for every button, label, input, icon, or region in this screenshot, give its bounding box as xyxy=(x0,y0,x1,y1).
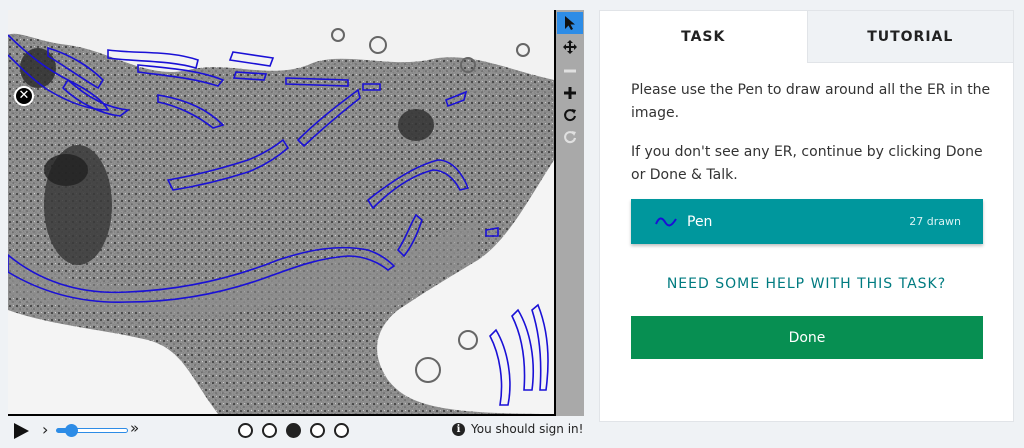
move-tool-button[interactable] xyxy=(557,36,583,58)
frame-dot-4[interactable] xyxy=(310,423,325,438)
image-toolbar xyxy=(556,10,584,416)
instruction-text: Please use the Pen to draw around all th… xyxy=(631,82,991,121)
task-tabs: TASK TUTORIAL xyxy=(600,11,1013,63)
frame-selector xyxy=(238,423,349,438)
select-tool-button[interactable] xyxy=(557,12,583,34)
step-forward-button[interactable]: » xyxy=(130,419,139,437)
zoom-out-button[interactable] xyxy=(557,60,583,82)
speed-slider[interactable] xyxy=(56,424,128,437)
drawn-count: 27 drawn xyxy=(909,215,961,228)
move-arrows-icon xyxy=(563,40,577,54)
minus-icon xyxy=(564,69,576,73)
frame-dot-2[interactable] xyxy=(262,423,277,438)
done-button[interactable]: Done xyxy=(631,316,983,359)
signin-notice: i You should sign in! xyxy=(452,422,583,436)
task-help-link[interactable]: NEED SOME HELP WITH THIS TASK? xyxy=(600,276,1013,292)
cursor-icon xyxy=(565,16,575,30)
step-back-button[interactable]: › xyxy=(42,420,48,439)
frame-dot-1[interactable] xyxy=(238,423,253,438)
tab-tutorial[interactable]: TUTORIAL xyxy=(806,11,1013,63)
task-instructions: Please use the Pen to draw around all th… xyxy=(631,79,991,203)
pen-tool-label: Pen xyxy=(687,213,713,230)
tab-task[interactable]: TASK xyxy=(600,11,807,63)
signin-text: You should sign in! xyxy=(471,422,584,436)
instruction-text-secondary: If you don't see any ER, continue by cli… xyxy=(631,144,983,183)
microscopy-image[interactable]: ✕ xyxy=(8,10,554,414)
app-root: ✕ › » i You should sign in! TASK TUTORIA… xyxy=(0,0,1024,448)
zoom-in-button[interactable] xyxy=(557,82,583,104)
subject-viewer: ✕ xyxy=(8,10,584,416)
rotate-button[interactable] xyxy=(557,104,583,126)
frame-dot-3[interactable] xyxy=(286,423,301,438)
play-icon[interactable] xyxy=(12,422,30,440)
rotate-icon xyxy=(564,109,576,122)
pen-tool-option[interactable]: Pen 27 drawn xyxy=(631,199,983,244)
pen-squiggle-icon xyxy=(655,217,677,226)
refresh-icon xyxy=(564,131,576,144)
frame-playback-bar: › » i You should sign in! xyxy=(8,416,588,446)
delete-mark-icon[interactable]: ✕ xyxy=(14,86,34,106)
reset-button[interactable] xyxy=(557,126,583,148)
speed-slider-thumb[interactable] xyxy=(65,424,79,437)
task-panel: TASK TUTORIAL Please use the Pen to draw… xyxy=(599,10,1014,422)
frame-dot-5[interactable] xyxy=(334,423,349,438)
plus-icon xyxy=(564,87,576,99)
info-icon: i xyxy=(452,422,465,436)
